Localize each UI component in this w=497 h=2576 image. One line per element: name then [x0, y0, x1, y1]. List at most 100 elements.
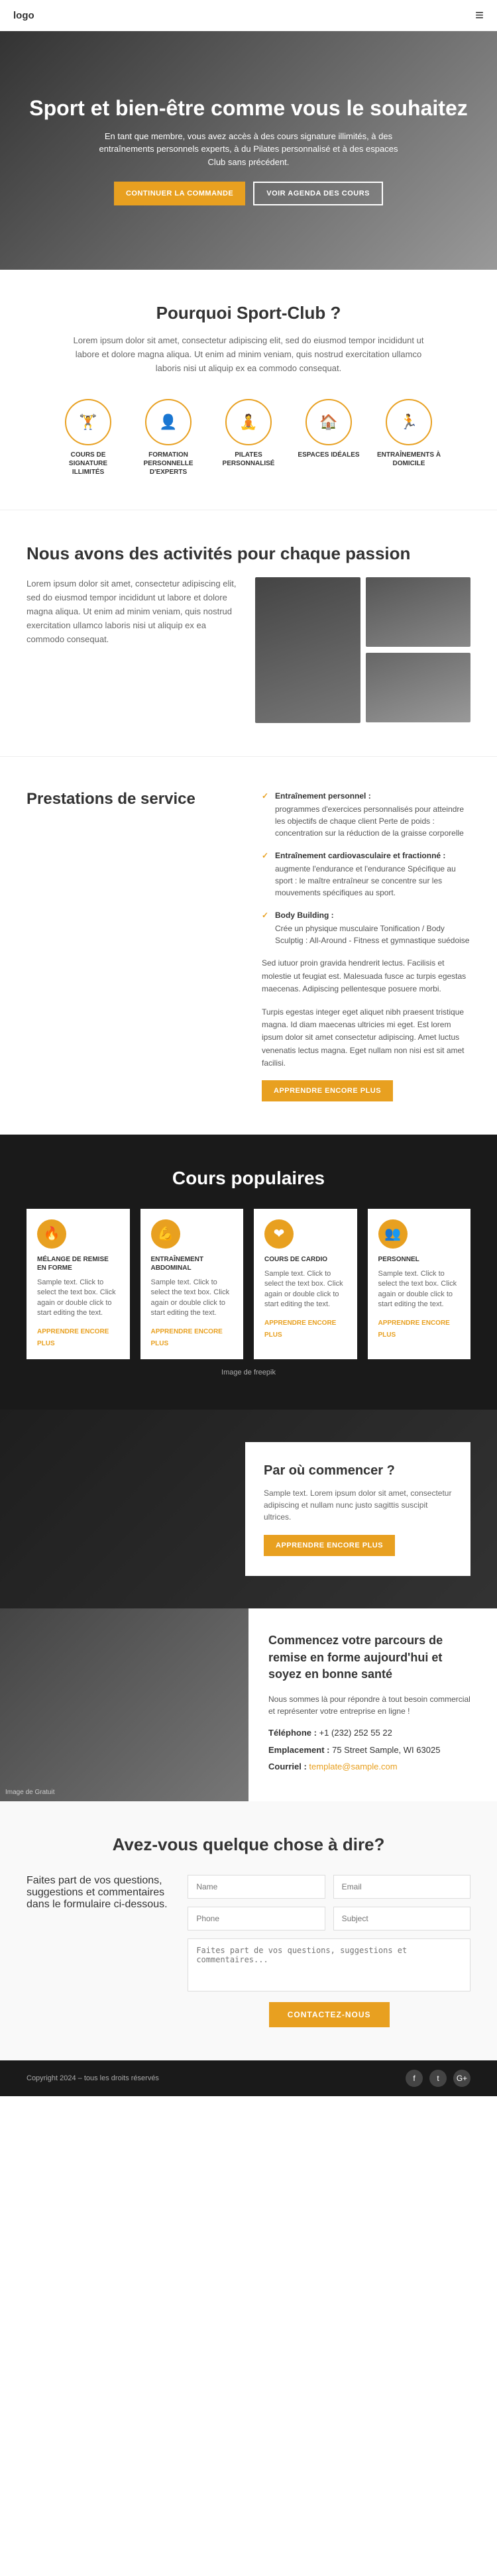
why-icon-circle: 🏋 — [65, 399, 111, 445]
why-icon-symbol: 🧘 — [239, 414, 257, 431]
course-link[interactable]: APPRENDRE ENCORE PLUS — [378, 1319, 450, 1339]
hero-outline-btn[interactable]: VOIR AGENDA DES COURS — [253, 182, 383, 205]
course-icon-symbol: 👥 — [384, 1225, 401, 1242]
course-title: MÉLANGE DE REMISE EN FORME — [37, 1255, 119, 1272]
why-description: Lorem ipsum dolor sit amet, consectetur … — [63, 334, 434, 375]
services-section: Prestations de service Entraînement pers… — [0, 757, 497, 1135]
services-list: Entraînement personnel :programmes d'exe… — [262, 790, 470, 946]
why-icon-circle: 👤 — [145, 399, 192, 445]
course-icon: 👥 — [378, 1219, 408, 1249]
footer-copy: Copyright 2024 – tous les droits réservé… — [27, 2074, 159, 2082]
form-phone-input[interactable] — [188, 1907, 325, 1931]
why-section: Pourquoi Sport-Club ? Lorem ipsum dolor … — [0, 270, 497, 510]
header: logo ≡ — [0, 0, 497, 31]
course-title: ENTRAÎNEMENT ABDOMINAL — [151, 1255, 233, 1272]
course-title: PERSONNEL — [378, 1255, 461, 1264]
hero-section: Sport et bien-être comme vous le souhait… — [0, 31, 497, 270]
why-icon-label: PILATES PERSONNALISÉ — [214, 451, 284, 468]
courses-title: Cours populaires — [27, 1168, 470, 1189]
why-title: Pourquoi Sport-Club ? — [27, 303, 470, 323]
contact-email: Courriel : template@sample.com — [268, 1760, 477, 1773]
why-icon-symbol: 🏃 — [400, 414, 417, 431]
services-left: Prestations de service — [27, 790, 235, 1101]
contact-email-value[interactable]: template@sample.com — [309, 1762, 397, 1771]
logo: logo — [13, 10, 34, 21]
course-card: 👥 PERSONNEL Sample text. Click to select… — [368, 1209, 471, 1360]
why-icon-item: 👤 FORMATION PERSONNELLE D'EXPERTS — [134, 399, 203, 476]
testimonials-left-text: Faites part de vos questions, suggestion… — [27, 1875, 168, 1911]
form-submit-btn[interactable]: CONTACTEZ-NOUS — [269, 2002, 390, 2027]
contact-form: CONTACTEZ-NOUS — [188, 1875, 470, 2027]
form-message-input[interactable] — [188, 1938, 470, 1991]
testimonials-left: Faites part de vos questions, suggestion… — [27, 1875, 168, 2027]
why-icon-label: COURS DE SIGNATURE ILLIMITÉS — [54, 451, 123, 476]
service-item: Entraînement cardiovasculaire et fractio… — [262, 850, 470, 899]
services-right: Entraînement personnel :programmes d'exe… — [262, 790, 470, 1101]
activities-description: Lorem ipsum dolor sit amet, consectetur … — [27, 577, 242, 646]
activity-image-2 — [366, 577, 471, 647]
why-icon-label: FORMATION PERSONNELLE D'EXPERTS — [134, 451, 203, 476]
testimonials-section: Avez-vous quelque chose à dire? Faites p… — [0, 1801, 497, 2060]
courses-section: Cours populaires 🔥 MÉLANGE DE REMISE EN … — [0, 1135, 497, 1410]
why-icon-circle: 🏠 — [305, 399, 352, 445]
start-section: Par où commencer ? Sample text. Lorem ip… — [0, 1410, 497, 1608]
courses-grid: 🔥 MÉLANGE DE REMISE EN FORME Sample text… — [27, 1209, 470, 1360]
contact-info: Commencez votre parcours de remise en fo… — [248, 1608, 497, 1801]
why-icon-label: ENTRAÎNEMENTS À DOMICILE — [374, 451, 444, 468]
hero-title: Sport et bien-être comme vous le souhait… — [29, 95, 467, 121]
why-icon-item: 🏠 ESPACES IDÉALES — [294, 399, 364, 476]
activities-images — [255, 577, 470, 723]
services-title: Prestations de service — [27, 790, 235, 809]
activity-image-1 — [255, 577, 360, 723]
course-icon-symbol: ❤ — [274, 1225, 285, 1242]
facebook-icon[interactable]: f — [406, 2070, 423, 2087]
contact-img-caption: Image de Gratuit — [5, 1789, 54, 1796]
twitter-icon[interactable]: t — [429, 2070, 447, 2087]
contact-location: Emplacement : 75 Street Sample, WI 63025 — [268, 1744, 477, 1757]
course-card: 💪 ENTRAÎNEMENT ABDOMINAL Sample text. Cl… — [140, 1209, 244, 1360]
start-btn[interactable]: APPRENDRE ENCORE PLUS — [264, 1535, 395, 1556]
why-icon-symbol: 👤 — [159, 414, 177, 431]
contact-phone-value: +1 (232) 252 55 22 — [319, 1728, 392, 1738]
contact-phone-label: Téléphone : — [268, 1728, 317, 1738]
course-link[interactable]: APPRENDRE ENCORE PLUS — [37, 1328, 109, 1347]
contact-location-value: 75 Street Sample, WI 63025 — [332, 1745, 440, 1755]
course-description: Sample text. Click to select the text bo… — [37, 1278, 119, 1319]
gplus-icon[interactable]: G+ — [453, 2070, 470, 2087]
contact-phone: Téléphone : +1 (232) 252 55 22 — [268, 1726, 477, 1740]
course-icon-symbol: 💪 — [157, 1225, 174, 1242]
service-item: Body Building :Crée un physique musculai… — [262, 909, 470, 946]
course-link[interactable]: APPRENDRE ENCORE PLUS — [264, 1319, 336, 1339]
hero-description: En tant que membre, vous avez accès à de… — [89, 130, 408, 169]
activities-title: Nous avons des activités pour chaque pas… — [27, 543, 470, 564]
course-card: 🔥 MÉLANGE DE REMISE EN FORME Sample text… — [27, 1209, 130, 1360]
start-title: Par où commencer ? — [264, 1462, 452, 1479]
form-name-input[interactable] — [188, 1875, 325, 1899]
why-icon-item: 🏃 ENTRAÎNEMENTS À DOMICILE — [374, 399, 444, 476]
service-item: Entraînement personnel :programmes d'exe… — [262, 790, 470, 839]
footer-social: f t G+ — [406, 2070, 470, 2087]
course-link[interactable]: APPRENDRE ENCORE PLUS — [151, 1328, 223, 1347]
start-content: Par où commencer ? Sample text. Lorem ip… — [245, 1442, 470, 1576]
courses-caption: Image de freepik — [27, 1369, 470, 1376]
activity-image-3 — [366, 653, 471, 722]
footer: Copyright 2024 – tous les droits réservé… — [0, 2060, 497, 2096]
why-icon-label: ESPACES IDÉALES — [294, 451, 364, 459]
menu-icon[interactable]: ≡ — [475, 7, 484, 24]
contact-section: Image de Gratuit Commencez votre parcour… — [0, 1608, 497, 1801]
why-icon-item: 🏋 COURS DE SIGNATURE ILLIMITÉS — [54, 399, 123, 476]
course-icon: 💪 — [151, 1219, 180, 1249]
services-side-text: Sed iutuor proin gravida hendrerit lectu… — [262, 957, 470, 995]
contact-title: Commencez votre parcours de remise en fo… — [268, 1632, 477, 1683]
contact-email-label: Courriel : — [268, 1762, 307, 1771]
services-learn-btn[interactable]: APPRENDRE ENCORE PLUS — [262, 1080, 393, 1101]
why-icon-item: 🧘 PILATES PERSONNALISÉ — [214, 399, 284, 476]
testimonials-title: Avez-vous quelque chose à dire? — [27, 1834, 470, 1855]
why-icon-symbol: 🏋 — [79, 414, 97, 431]
form-subject-input[interactable] — [333, 1907, 470, 1931]
form-email-input[interactable] — [333, 1875, 470, 1899]
course-icon: ❤ — [264, 1219, 294, 1249]
course-card: ❤ COURS DE CARDIO Sample text. Click to … — [254, 1209, 357, 1360]
hero-primary-btn[interactable]: CONTINUER LA COMMANDE — [114, 182, 245, 205]
contact-description: Nous sommes là pour répondre à tout beso… — [268, 1693, 477, 1717]
